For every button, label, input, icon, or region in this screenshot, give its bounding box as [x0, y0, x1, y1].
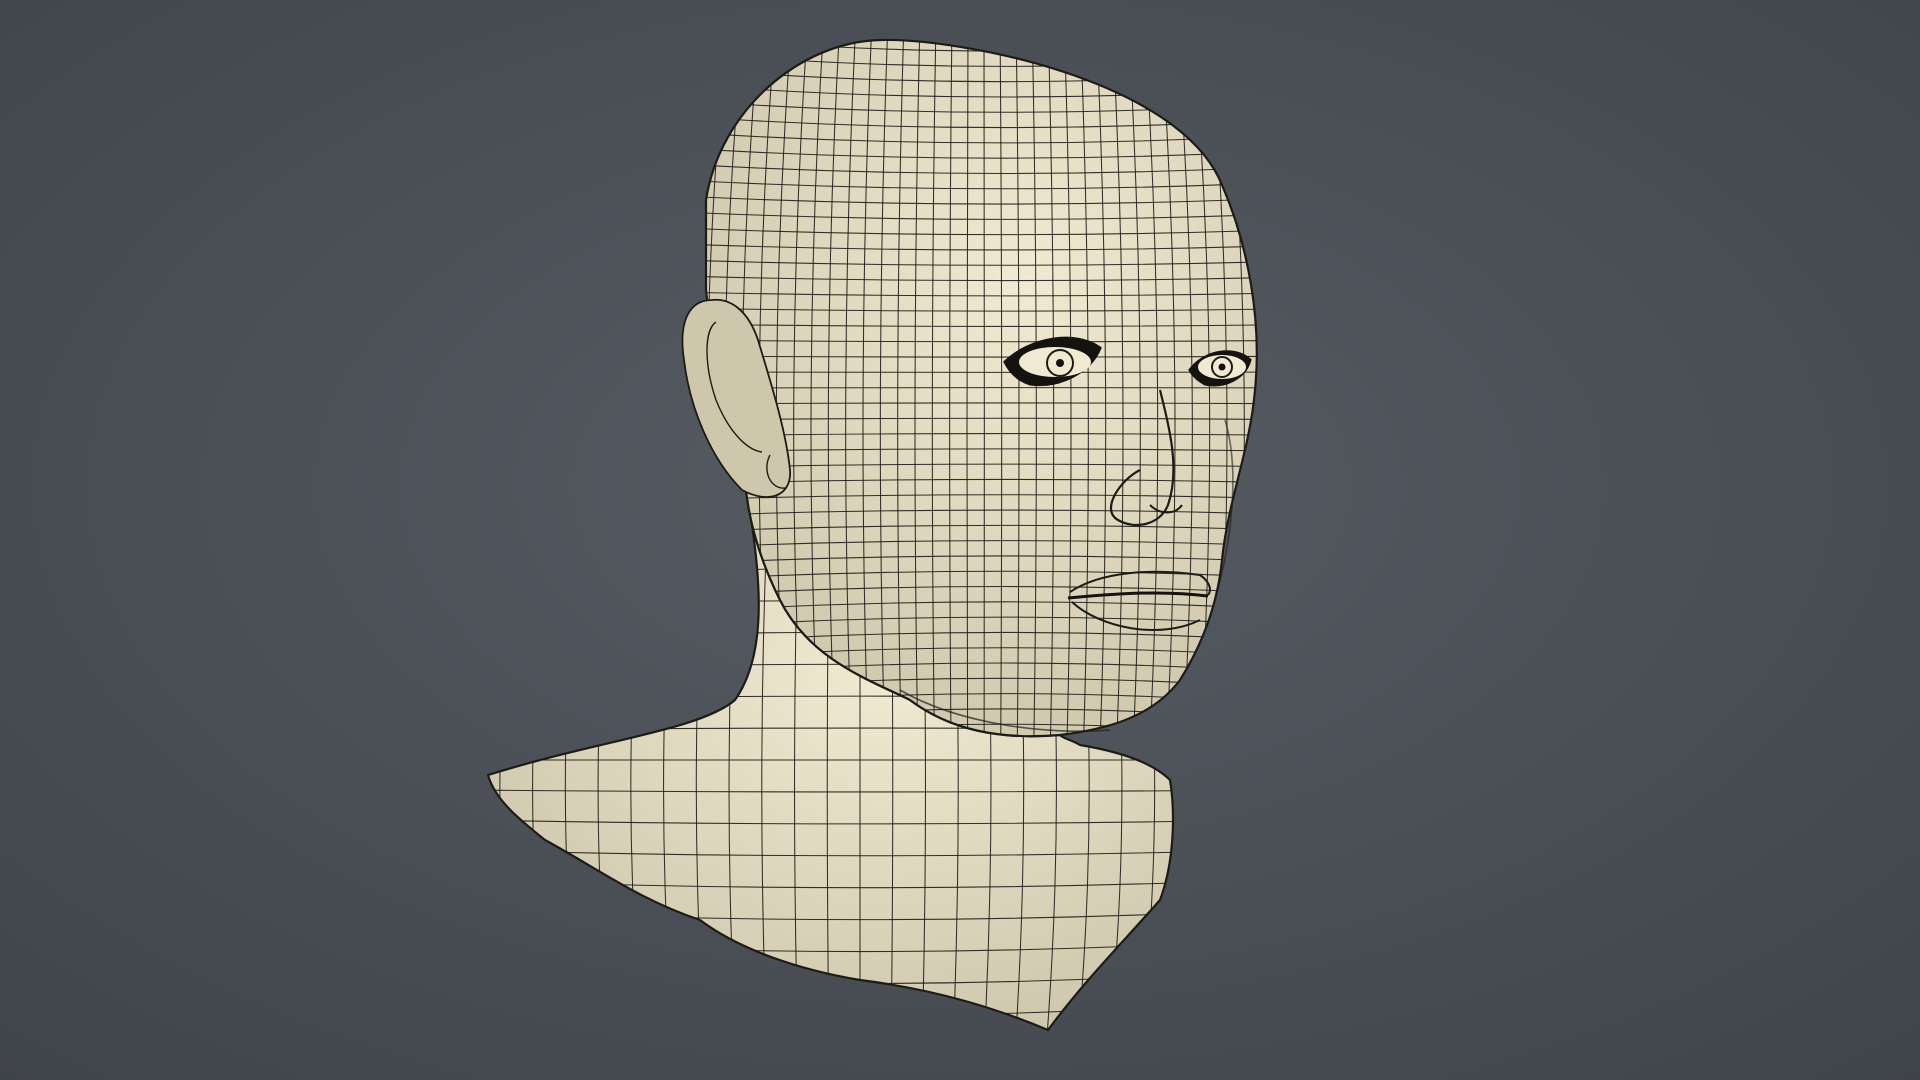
- left-eye-pupil: [1056, 359, 1064, 367]
- render-viewport: [0, 0, 1920, 1080]
- right-eye-pupil: [1218, 363, 1226, 371]
- head-render: [0, 0, 1920, 1080]
